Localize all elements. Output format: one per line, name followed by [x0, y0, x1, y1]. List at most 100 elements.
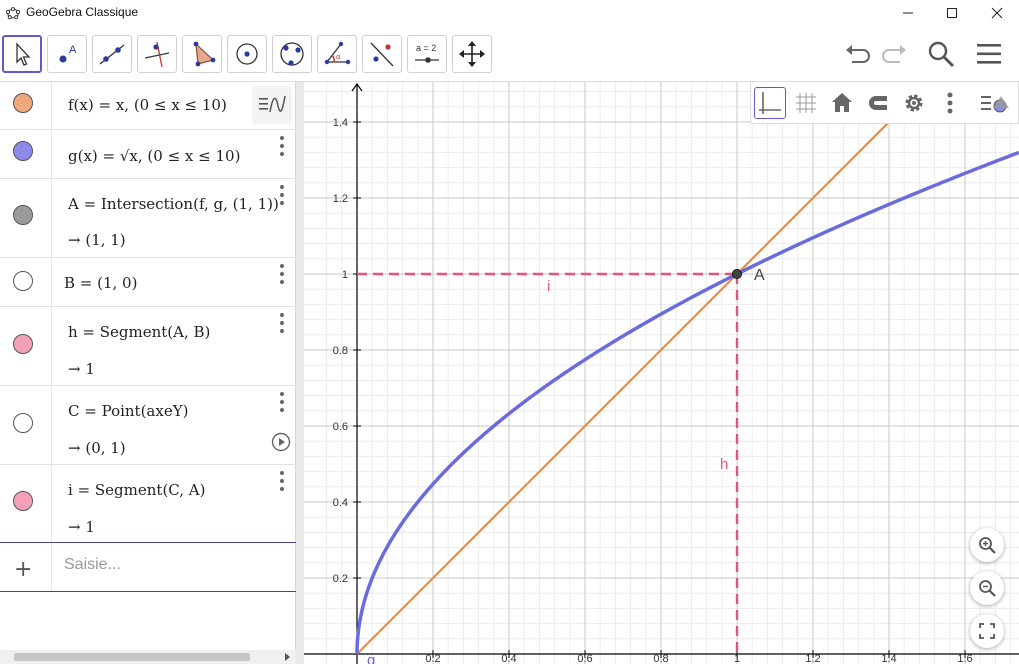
sort-icon: [259, 95, 286, 113]
item-menu-button[interactable]: [277, 185, 287, 205]
hamburger-menu-icon: [977, 44, 1001, 64]
reflect-icon: [370, 42, 394, 67]
move-tool[interactable]: [2, 35, 42, 73]
visibility-marble[interactable]: [13, 413, 33, 433]
polygon-tool[interactable]: [182, 35, 222, 73]
redo-button[interactable]: [878, 38, 912, 70]
zoom-in-button[interactable]: [970, 528, 1004, 562]
algebra-definition[interactable]: A = Intersection(f, g, (1, 1)): [68, 195, 279, 213]
function-g-label: g: [367, 652, 375, 664]
plus-icon[interactable]: +: [14, 557, 32, 582]
home-icon: [832, 93, 852, 112]
move-graphics-tool[interactable]: [452, 35, 492, 73]
zoom-out-button[interactable]: [970, 571, 1004, 605]
algebra-output: → (0, 1): [68, 439, 126, 457]
perpendicular-line-tool[interactable]: [137, 35, 177, 73]
item-menu-button[interactable]: [277, 136, 287, 156]
scroll-right-icon[interactable]: [283, 653, 291, 661]
toggle-axes-button[interactable]: [754, 87, 786, 119]
y-tick-label: 1: [342, 269, 348, 281]
point-capturing-button[interactable]: [862, 87, 894, 119]
algebra-row-g[interactable]: g(x) = √x, (0 ≤ x ≤ 10): [0, 130, 296, 179]
toggle-grid-button[interactable]: [790, 87, 822, 119]
close-icon: [991, 7, 1003, 19]
algebra-definition[interactable]: B = (1, 0): [64, 274, 137, 292]
maximize-button[interactable]: [929, 0, 975, 26]
play-animation-icon[interactable]: [271, 432, 291, 452]
visibility-marble[interactable]: [13, 491, 33, 511]
graphics-more-button[interactable]: [934, 87, 966, 119]
graphics-settings-button[interactable]: [898, 87, 930, 119]
algebra-sort-button[interactable]: [252, 86, 292, 124]
visibility-marble[interactable]: [13, 334, 33, 354]
close-window-button[interactable]: [974, 0, 1019, 26]
axes-icon: [759, 92, 781, 114]
toolbar: A α a = 2: [0, 26, 1019, 82]
x-tick-label: 0.6: [577, 653, 592, 664]
algebra-definition[interactable]: i = Segment(C, A): [68, 481, 205, 499]
algebra-definition[interactable]: h = Segment(A, B): [68, 323, 210, 341]
fullscreen-icon: [979, 623, 995, 639]
x-tick-label: 0.4: [501, 653, 516, 664]
zoom-out-icon: [979, 580, 996, 597]
algebra-row-h[interactable]: h = Segment(A, B) → 1: [0, 307, 296, 386]
fullscreen-button[interactable]: [970, 614, 1004, 648]
algebra-row-f[interactable]: f(x) = x, (0 ≤ x ≤ 10): [0, 82, 296, 130]
style-bar-toggle-icon: [981, 96, 1009, 113]
graphics-canvas[interactable]: 0.2 0.4 0.6 0.8 1 1.2 1.4 1.6 0.2 0.4 0.6 0.8 1 1.2 1.…: [304, 82, 1019, 664]
circle-tool[interactable]: [227, 35, 267, 73]
slider-icon: a = 2: [415, 43, 439, 63]
undo-icon: [846, 45, 870, 63]
algebra-definition[interactable]: C = Point(axeY): [68, 402, 188, 420]
line-icon: [99, 44, 125, 65]
geogebra-logo-icon: [6, 7, 20, 20]
segment-h-label: h: [720, 456, 728, 473]
undo-button[interactable]: [840, 38, 874, 70]
scrollbar-thumb[interactable]: [14, 653, 250, 661]
graphics-view[interactable]: 0.2 0.4 0.6 0.8 1 1.2 1.4 1.6 0.2 0.4 0.6 0.8 1 1.2 1.…: [304, 82, 1019, 664]
algebra-row-B[interactable]: B = (1, 0): [0, 258, 296, 307]
point-A[interactable]: [732, 269, 742, 279]
more-vertical-icon: [947, 92, 953, 114]
visibility-marble[interactable]: [13, 141, 33, 161]
standard-view-button[interactable]: [826, 87, 858, 119]
algebra-input-row[interactable]: + Saisie...: [0, 542, 296, 592]
angle-tool[interactable]: α: [317, 35, 357, 73]
title-bar: GeoGebra Classique: [0, 0, 1019, 26]
grid-icon: [796, 93, 816, 113]
line-tool[interactable]: [92, 35, 132, 73]
item-menu-button[interactable]: [277, 313, 287, 333]
circle-points-icon: [280, 42, 304, 66]
algebra-row-i[interactable]: i = Segment(C, A) → 1: [0, 465, 296, 542]
algebra-row-A[interactable]: A = Intersection(f, g, (1, 1)) → (1, 1): [0, 179, 296, 258]
visibility-marble[interactable]: [13, 205, 33, 225]
reflect-tool[interactable]: [362, 35, 402, 73]
point-tool[interactable]: A: [47, 35, 87, 73]
y-tick-label: 1.4: [333, 117, 348, 129]
item-menu-button[interactable]: [277, 471, 287, 491]
search-button[interactable]: [924, 38, 958, 70]
y-tick-label: 1.2: [333, 193, 348, 205]
window-title: GeoGebra Classique: [26, 5, 139, 19]
algebra-definition[interactable]: g(x) = √x, (0 ≤ x ≤ 10): [68, 147, 240, 165]
toggle-style-bar-button[interactable]: [979, 87, 1011, 119]
algebra-output: → (1, 1): [68, 231, 126, 249]
point-A-label: A: [754, 267, 765, 284]
main-menu-button[interactable]: [972, 38, 1006, 70]
algebra-row-C[interactable]: C = Point(axeY) → (0, 1): [0, 386, 296, 465]
circle-three-points-tool[interactable]: [272, 35, 312, 73]
arrow-pointer-icon: [16, 42, 31, 66]
item-menu-button[interactable]: [277, 264, 287, 284]
algebra-horizontal-scrollbar[interactable]: [0, 650, 296, 664]
major-grid: [304, 82, 1019, 664]
visibility-marble[interactable]: [13, 271, 33, 291]
visibility-marble[interactable]: [13, 93, 33, 113]
algebra-input[interactable]: Saisie...: [64, 556, 121, 574]
slider-tool[interactable]: a = 2: [407, 35, 447, 73]
gear-icon: [905, 94, 923, 112]
algebra-definition[interactable]: f(x) = x, (0 ≤ x ≤ 10): [68, 96, 227, 114]
view-resize-handle[interactable]: [296, 82, 304, 664]
minimize-button[interactable]: [885, 0, 931, 26]
item-menu-button[interactable]: [277, 392, 287, 412]
y-tick-label: 0.8: [333, 345, 348, 357]
